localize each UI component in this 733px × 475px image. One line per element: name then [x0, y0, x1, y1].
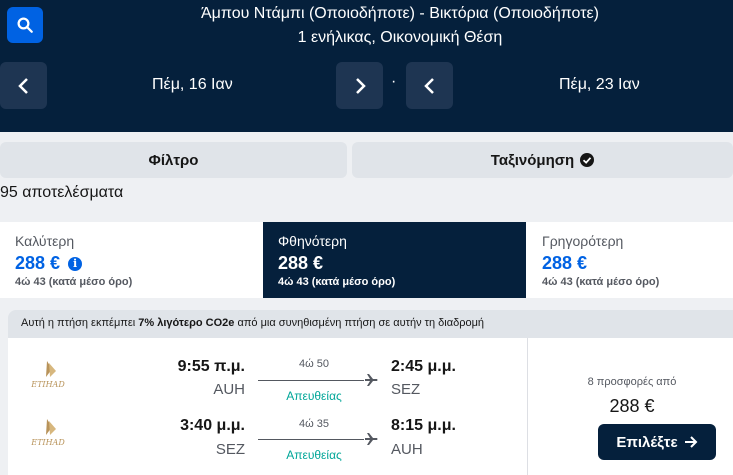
leg2-stops: Απευθείας: [286, 448, 342, 462]
route-summary[interactable]: Άμπου Ντάμπι (Οποιοδήποτε) - Βικτόρια (Ο…: [120, 5, 680, 23]
tab-cheapest-price: 288 €: [278, 253, 324, 273]
outbound-date[interactable]: Πέμ, 16 Ιαν: [152, 76, 233, 94]
outbound-next-day-button[interactable]: [336, 62, 383, 109]
tab-best-price: 288 €: [15, 253, 61, 273]
tab-cheapest-duration: 4ώ 43 (κατά μέσο όρο): [278, 276, 396, 288]
tab-cheapest[interactable]: Φθηνότερη 288 € 4ώ 43 (κατά μέσο όρο): [263, 222, 526, 298]
tab-best-price-row: 288 € i: [15, 253, 83, 274]
return-date[interactable]: Πέμ, 23 Ιαν: [559, 76, 640, 94]
itinerary-price: 288 €: [609, 396, 655, 416]
search-icon: [17, 17, 33, 33]
eco-highlight: 7% λιγότερο CO2e: [138, 317, 235, 329]
tab-fastest-duration: 4ώ 43 (κατά μέσο όρο): [542, 276, 660, 288]
leg1-arrive-code: SEZ: [391, 381, 421, 398]
chevron-right-icon: [355, 77, 366, 94]
leg2-arrive-time: 8:15 μ.μ.: [391, 417, 456, 434]
etihad-logo-icon: ETIHAD: [30, 361, 65, 389]
offers-count: 8 προσφορές από: [587, 376, 677, 388]
eco-banner: Αυτή η πτήση εκπέμπει 7% λιγότερο CO2e α…: [8, 310, 733, 338]
date-separator: ·: [391, 73, 397, 90]
check-circle-icon: [580, 153, 595, 167]
card-divider: [527, 338, 528, 475]
tab-best-duration: 4ώ 43 (κατά μέσο όρο): [15, 276, 133, 288]
leg2-depart-time: 3:40 μ.μ.: [180, 417, 245, 434]
flight-card[interactable]: ETIHAD 9:55 π.μ. AUH 4ώ 50 Απευθείας 2:4…: [8, 338, 733, 475]
leg2-depart-code: SEZ: [215, 441, 245, 458]
etihad-logo-icon: ETIHAD: [30, 419, 65, 447]
tab-fastest-title: Γρηγορότερη: [542, 233, 624, 249]
plane-icon: [365, 433, 378, 445]
leg1-depart-code: AUH: [213, 381, 245, 398]
tab-fastest-price: 288 €: [542, 253, 588, 273]
outbound-prev-day-button[interactable]: [0, 62, 47, 109]
select-button[interactable]: Επιλέξτε: [598, 424, 716, 460]
search-header: Άμπου Ντάμπι (Οποιοδήποτε) - Βικτόρια (Ο…: [0, 0, 733, 132]
leg2-route-line: [258, 439, 364, 440]
tab-best[interactable]: Καλύτερη 288 € i 4ώ 43 (κατά μέσο όρο): [0, 222, 263, 298]
eco-text-prefix: Αυτή η πτήση εκπέμπει: [21, 317, 139, 329]
sort-label: Ταξινόμηση: [490, 151, 575, 169]
plane-icon: [365, 374, 378, 386]
leg2-arrive-code: AUH: [391, 441, 423, 458]
leg1-duration: 4ώ 50: [299, 358, 329, 370]
svg-text:ETIHAD: ETIHAD: [30, 438, 65, 447]
filter-label: Φίλτρο: [148, 151, 199, 169]
travellers-summary[interactable]: 1 ενήλικας, Οικονομική Θέση: [120, 29, 680, 47]
svg-text:ETIHAD: ETIHAD: [30, 380, 65, 389]
sort-tabs: Καλύτερη 288 € i 4ώ 43 (κατά μέσο όρο) Φ…: [0, 222, 733, 298]
chevron-left-icon: [17, 77, 28, 94]
leg1-route-line: [258, 380, 364, 381]
date-bar: Πέμ, 16 Ιαν · Πέμ, 23 Ιαν: [0, 54, 733, 118]
search-button[interactable]: [7, 7, 43, 43]
return-prev-day-button[interactable]: [406, 62, 453, 109]
tab-best-title: Καλύτερη: [15, 233, 75, 249]
chevron-left-icon: [423, 77, 434, 94]
sort-button[interactable]: Ταξινόμηση: [352, 142, 733, 178]
eco-text-suffix: από μια συνηθισμένη πτήση σε αυτήν τη δι…: [234, 317, 485, 329]
select-label: Επιλέξτε: [616, 433, 678, 451]
filter-button[interactable]: Φίλτρο: [0, 142, 347, 178]
leg2-duration: 4ώ 35: [299, 418, 329, 430]
results-count: 95 αποτελέσματα: [0, 184, 124, 201]
tab-cheapest-title: Φθηνότερη: [278, 233, 347, 249]
leg1-depart-time: 9:55 π.μ.: [177, 358, 245, 375]
arrow-right-icon: [684, 436, 698, 448]
leg1-stops: Απευθείας: [286, 389, 342, 403]
leg1-arrive-time: 2:45 μ.μ.: [391, 358, 456, 375]
info-icon[interactable]: i: [68, 256, 83, 271]
tab-fastest[interactable]: Γρηγορότερη 288 € 4ώ 43 (κατά μέσο όρο): [526, 222, 733, 298]
